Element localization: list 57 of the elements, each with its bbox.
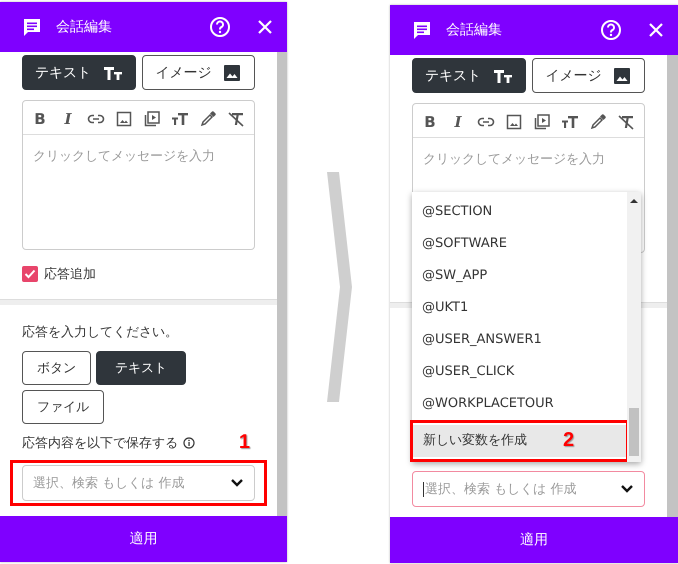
response-type-button[interactable]: テキスト	[96, 351, 186, 385]
checkbox-label: 応答追加	[44, 266, 96, 283]
info-icon[interactable]	[183, 437, 195, 449]
italic-button[interactable]: I	[59, 110, 77, 128]
scrollbar[interactable]	[277, 52, 287, 516]
help-icon[interactable]	[209, 16, 231, 38]
close-icon[interactable]	[257, 19, 273, 35]
dropdown-option[interactable]: @WORKPLACETOUR	[412, 388, 627, 420]
dropdown-option[interactable]: @USER_CLICK	[412, 356, 627, 388]
content-tab[interactable]: テキスト	[22, 55, 136, 90]
image-icon	[223, 64, 242, 82]
close-icon[interactable]	[648, 22, 664, 38]
prompt-text: 応答を入力してください。	[22, 324, 179, 341]
dropdown-option[interactable]: @UKT1	[412, 292, 627, 324]
text-size-icon	[492, 68, 513, 84]
editor-placeholder: クリックしてメッセージを入力	[32, 148, 216, 166]
panel-title: 会話編集	[56, 18, 113, 36]
video-icon[interactable]	[533, 113, 551, 131]
chevron-down-icon	[230, 478, 244, 488]
response-type-button[interactable]: ボタン	[22, 351, 91, 385]
bold-button[interactable]: B	[31, 110, 49, 128]
editor-placeholder: クリックしてメッセージを入力	[422, 151, 606, 169]
text-size-icon	[102, 64, 123, 80]
video-icon[interactable]	[143, 110, 161, 128]
dropdown-option[interactable]: @SW_APP	[412, 260, 627, 292]
image-icon[interactable]	[115, 110, 133, 128]
callout-number: 2	[563, 429, 574, 452]
italic-button[interactable]: I	[449, 113, 467, 131]
help-icon[interactable]	[600, 19, 622, 41]
dropdown-option[interactable]: @SECTION	[412, 196, 627, 228]
field-label: 応答内容を以下で保存する	[22, 435, 178, 452]
content-tab[interactable]: イメージ	[532, 58, 645, 93]
checkbox[interactable]	[22, 266, 38, 282]
scrollbar[interactable]	[667, 55, 678, 517]
message-editor[interactable]: B I クリックしてメッセージを入力	[22, 100, 255, 250]
scroll-thumb[interactable]	[629, 408, 639, 456]
clear-format-icon[interactable]	[617, 113, 635, 131]
dropdown-option[interactable]: @USER_ANSWER1	[412, 324, 627, 356]
panel-title: 会話編集	[446, 21, 503, 39]
image-icon[interactable]	[505, 113, 523, 131]
content-tab[interactable]: イメージ	[142, 55, 255, 90]
scrollbar[interactable]	[627, 192, 641, 462]
chat-icon	[412, 20, 432, 40]
scroll-up-icon[interactable]	[630, 198, 638, 204]
bold-button[interactable]: B	[421, 113, 439, 131]
chat-icon	[22, 17, 42, 37]
text-cursor	[423, 482, 424, 496]
apply-button[interactable]: 適用	[0, 516, 287, 562]
clear-format-icon[interactable]	[227, 110, 245, 128]
text-size-icon[interactable]	[561, 113, 579, 131]
content-tab[interactable]: テキスト	[412, 58, 526, 93]
response-type-button[interactable]: ファイル	[22, 390, 104, 424]
callout-number: 1	[238, 431, 250, 454]
chevron-down-icon	[620, 484, 634, 494]
text-size-icon[interactable]	[171, 110, 189, 128]
image-icon	[613, 66, 632, 84]
apply-button[interactable]: 適用	[390, 517, 678, 563]
